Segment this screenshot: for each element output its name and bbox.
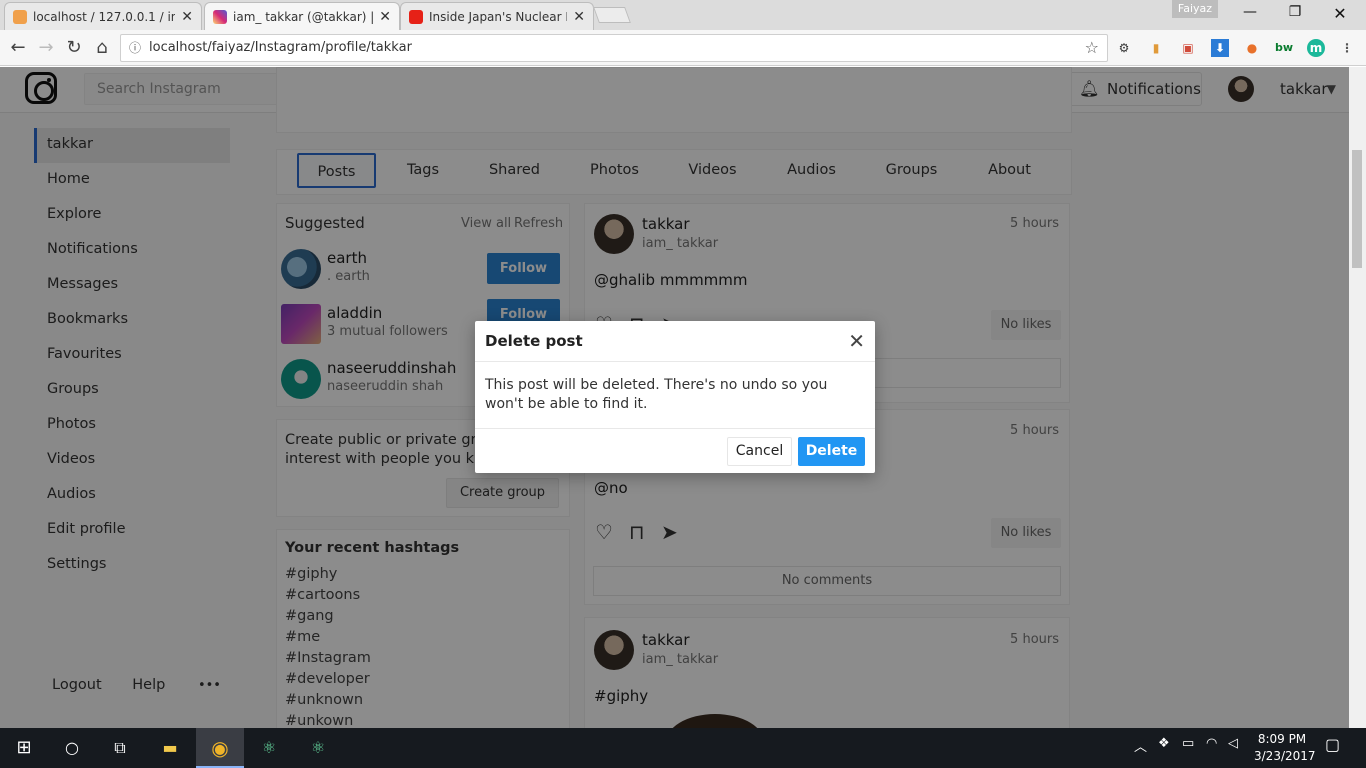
action-center-icon[interactable]: ▢ bbox=[1325, 735, 1340, 754]
extension-calendar-icon[interactable]: ▣ bbox=[1179, 39, 1197, 57]
dropbox-tray-icon[interactable]: ❖ bbox=[1158, 736, 1170, 751]
url-input[interactable]: ⓘ localhost/faiyaz/Instagram/profile/tak… bbox=[120, 34, 1108, 62]
home-icon[interactable]: ⌂ bbox=[90, 36, 114, 60]
minimize-icon[interactable]: — bbox=[1230, 4, 1270, 24]
phpmyadmin-favicon-icon bbox=[13, 9, 27, 24]
battery-icon[interactable]: ▭ bbox=[1182, 736, 1194, 751]
windows-start-icon[interactable]: ⊞ bbox=[10, 734, 38, 762]
site-info-icon[interactable]: ⓘ bbox=[129, 35, 141, 61]
scrollbar-thumb[interactable] bbox=[1352, 150, 1362, 268]
settings-gear-icon[interactable]: ⚙ bbox=[1115, 39, 1133, 57]
dialog-divider bbox=[475, 428, 875, 429]
system-clock[interactable]: 8:09 PM 3/23/2017 bbox=[1254, 731, 1316, 765]
atom-editor-icon-2[interactable]: ⚛ bbox=[304, 734, 332, 762]
close-tab-icon[interactable]: ✕ bbox=[181, 9, 193, 25]
chrome-profile-badge[interactable]: Faiyaz bbox=[1172, 0, 1218, 18]
download-extension-icon[interactable]: ⬇ bbox=[1211, 39, 1229, 57]
atom-editor-icon[interactable]: ⚛ bbox=[255, 734, 283, 762]
wifi-icon[interactable]: ◠ bbox=[1206, 736, 1217, 751]
new-tab-button[interactable] bbox=[593, 7, 631, 23]
cancel-button[interactable]: Cancel bbox=[727, 437, 792, 466]
forward-arrow-icon[interactable]: → bbox=[34, 36, 58, 60]
extension-bw-icon[interactable]: bw bbox=[1275, 39, 1293, 57]
tray-chevron-up-icon[interactable]: ︿ bbox=[1134, 736, 1147, 755]
delete-post-dialog: Delete post ✕ This post will be deleted.… bbox=[475, 321, 875, 473]
extension-m-icon[interactable]: m bbox=[1307, 39, 1325, 57]
cortana-search-icon[interactable]: ○ bbox=[58, 734, 86, 762]
chrome-menu-icon[interactable]: ⋮ bbox=[1338, 39, 1356, 57]
address-bar-row: ← → ↻ ⌂ ⓘ localhost/faiyaz/Instagram/pro… bbox=[0, 30, 1366, 66]
reload-icon[interactable]: ↻ bbox=[62, 36, 86, 60]
task-view-icon[interactable]: ⧉ bbox=[106, 734, 134, 762]
close-window-icon[interactable]: ✕ bbox=[1320, 4, 1360, 24]
close-tab-icon[interactable]: ✕ bbox=[573, 9, 585, 25]
clock-time: 8:09 PM bbox=[1257, 732, 1307, 746]
back-arrow-icon[interactable]: ← bbox=[6, 36, 30, 60]
tab-title: Inside Japan's Nuclear M bbox=[429, 9, 568, 24]
url-text: localhost/faiyaz/Instagram/profile/takka… bbox=[149, 40, 412, 55]
bookmark-star-icon[interactable]: ☆ bbox=[1085, 35, 1099, 61]
dialog-divider bbox=[475, 361, 875, 362]
chrome-icon[interactable]: ◉ bbox=[206, 734, 234, 762]
close-icon[interactable]: ✕ bbox=[848, 329, 865, 353]
clock-date: 3/23/2017 bbox=[1254, 749, 1316, 763]
file-explorer-icon[interactable]: ▬ bbox=[156, 734, 184, 762]
browser-tab-instagram[interactable]: iam_ takkar (@takkar) | Ir ✕ bbox=[204, 2, 400, 30]
dialog-title: Delete post bbox=[485, 332, 583, 350]
windows-taskbar: ⊞ ○ ⧉ ▬ ◉ ⚛ ⚛ ︿ ❖ ▭ ◠ ◁ 8:09 PM 3/23/201… bbox=[0, 728, 1366, 768]
delete-button[interactable]: Delete bbox=[798, 437, 865, 466]
instagram-favicon-icon bbox=[213, 9, 227, 24]
browser-tab-bar: localhost / 127.0.0.1 / ins ✕ iam_ takka… bbox=[0, 0, 1366, 30]
youtube-favicon-icon bbox=[409, 9, 423, 24]
tab-title: localhost / 127.0.0.1 / ins bbox=[33, 9, 176, 24]
browser-tab-youtube[interactable]: Inside Japan's Nuclear M ✕ bbox=[400, 2, 594, 30]
extension-tag-icon[interactable]: ▮ bbox=[1147, 39, 1165, 57]
browser-tab-phpmyadmin[interactable]: localhost / 127.0.0.1 / ins ✕ bbox=[4, 2, 202, 30]
extension-orb-icon[interactable]: ● bbox=[1243, 39, 1261, 57]
tab-title: iam_ takkar (@takkar) | Ir bbox=[233, 9, 374, 24]
close-tab-icon[interactable]: ✕ bbox=[379, 9, 391, 25]
restore-icon[interactable]: ❐ bbox=[1275, 4, 1315, 24]
dialog-message: This post will be deleted. There's no un… bbox=[485, 377, 828, 412]
volume-icon[interactable]: ◁ bbox=[1228, 736, 1238, 751]
